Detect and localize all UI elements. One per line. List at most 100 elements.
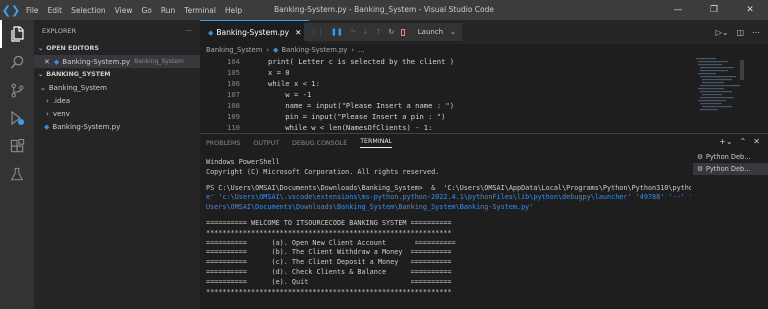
terminal-line: e' 'c:\Users\OMSAI\.vscode\extensions\ms…: [206, 193, 691, 202]
close-panel-icon[interactable]: ✕: [753, 137, 760, 146]
line-number: 106: [227, 79, 240, 88]
run-debug-icon[interactable]: [0, 104, 34, 132]
debug-terminal-icon: ⚙: [697, 165, 703, 173]
open-editors-section[interactable]: ⌄ OPEN EDITORS: [34, 42, 200, 55]
terminal-line: ========== (c). The Client Deposit a Mon…: [206, 258, 452, 267]
editor-area: ◆ Banking-System.py ✕ ⋮⋮ ❚❚ ↷ ↓ ↑ ↻ Laun…: [200, 20, 768, 133]
maximize-icon[interactable]: ❐: [696, 0, 732, 20]
tab-terminal[interactable]: TERMINAL: [360, 138, 393, 148]
python-file-icon: ◆: [273, 46, 279, 54]
chevron-down-icon[interactable]: ⌄: [450, 28, 456, 36]
split-editor-icon[interactable]: ◫: [736, 28, 744, 37]
step-into-icon[interactable]: ↓: [363, 28, 369, 36]
code-text: x = 0: [268, 68, 290, 77]
menu-help[interactable]: Help: [225, 6, 242, 15]
tree-item-banking-system-py[interactable]: ◆ Banking-System.py: [34, 120, 200, 133]
close-tab-icon[interactable]: ✕: [295, 28, 301, 37]
stop-icon[interactable]: [401, 28, 405, 36]
terminal-line: ****************************************…: [206, 287, 452, 296]
breadcrumb-file[interactable]: Banking-System.py: [281, 46, 347, 54]
breadcrumb: Banking_System › ◆ Banking-System.py › .…: [200, 44, 768, 56]
source-control-icon[interactable]: [0, 76, 34, 104]
grip-icon[interactable]: ⋮⋮: [310, 28, 324, 36]
breadcrumb-symbol[interactable]: ...: [358, 46, 364, 54]
terminal-line: Users\OMSAI\Documents\Downloads\Banking_…: [206, 203, 534, 212]
tree-item-banking-system[interactable]: ⌄ Banking_System: [34, 81, 200, 94]
new-terminal-icon[interactable]: +⌄: [719, 137, 732, 146]
python-file-icon: ◆: [44, 122, 50, 131]
menu-edit[interactable]: Edit: [48, 6, 63, 15]
menu-run[interactable]: Run: [161, 6, 175, 15]
pause-icon[interactable]: ❚❚: [331, 28, 343, 36]
menu-bar: File Edit Selection View Go Run Terminal…: [26, 6, 242, 15]
more-actions-icon[interactable]: ⋯: [752, 28, 760, 37]
line-number: 104: [227, 57, 240, 66]
step-out-icon[interactable]: ↑: [375, 28, 381, 36]
testing-flask-icon[interactable]: [0, 160, 34, 188]
terminal-instance[interactable]: ⚙ Python Deb...: [693, 151, 768, 163]
debug-toolbar: ⋮⋮ ❚❚ ↷ ↓ ↑ ↻ Launch ⌄: [304, 23, 462, 41]
line-number: 110: [227, 123, 240, 132]
close-editor-icon[interactable]: ✕: [44, 58, 50, 66]
panel-tabs: PROBLEMS OUTPUT DEBUG CONSOLE TERMINAL: [200, 134, 768, 152]
code-line: 110 while w < len(NamesOfClients) - 1:: [200, 122, 700, 133]
tab-debug-console[interactable]: DEBUG CONSOLE: [292, 140, 347, 147]
menu-selection[interactable]: Selection: [71, 6, 106, 15]
terminal-instance-label: Python Deb...: [705, 153, 751, 161]
tab-banking-system-py[interactable]: ◆ Banking-System.py ✕: [200, 20, 310, 44]
line-number: 105: [227, 68, 240, 77]
launch-config-select[interactable]: Launch: [418, 28, 443, 36]
code-text: pin = input("Please Insert a pin : "): [268, 112, 446, 121]
tree-item-label: Banking_System: [48, 83, 107, 92]
chevron-right-icon: ›: [351, 46, 355, 54]
menu-go[interactable]: Go: [141, 6, 151, 15]
terminal-line: ========== (d). Check Clients & Balance …: [206, 267, 452, 276]
terminal-list: ⚙ Python Deb... ⚙ Python Deb...: [693, 151, 768, 175]
search-icon[interactable]: [0, 48, 34, 76]
workspace-section[interactable]: ⌄ BANKING_SYSTEM: [34, 68, 200, 81]
minimap[interactable]: [692, 56, 750, 133]
terminal-line: ========== (b). The Client Withdraw a Mo…: [206, 248, 452, 257]
explorer-sidebar: EXPLORER ··· ⌄ OPEN EDITORS ✕ ◆ Banking-…: [34, 20, 200, 309]
code-text: while w < len(NamesOfClients) - 1:: [268, 123, 433, 132]
code-text: name = input("Please Insert a name : "): [268, 101, 455, 110]
tree-item-label: venv: [52, 109, 70, 118]
code-line: 109 pin = input("Please Insert a pin : "…: [200, 111, 700, 122]
more-actions-icon[interactable]: ···: [186, 27, 192, 35]
terminal-line: Copyright (C) Microsoft Corporation. All…: [206, 167, 440, 176]
restart-icon[interactable]: ↻: [388, 28, 394, 36]
terminal-line: ========== (e). Quit ==========: [206, 277, 452, 286]
menu-view[interactable]: View: [115, 6, 133, 15]
debug-terminal-icon: ⚙: [697, 153, 703, 161]
code-text: while x < 1:: [268, 79, 320, 88]
line-number: 107: [227, 90, 240, 99]
code-line: 104 print( Letter c is selected by the cl…: [200, 56, 700, 67]
tab-problems[interactable]: PROBLEMS: [206, 140, 240, 147]
tree-item-label: .idea: [52, 96, 71, 105]
code-line: 107 w = -1: [200, 89, 700, 100]
chevron-down-icon: ⌄: [40, 83, 46, 92]
breadcrumb-folder[interactable]: Banking_System: [206, 46, 262, 54]
tree-item-idea[interactable]: › .idea: [34, 94, 200, 107]
maximize-panel-icon[interactable]: ⌃: [740, 137, 747, 146]
close-icon[interactable]: ✕: [732, 0, 768, 20]
code-line: 106 while x < 1:: [200, 78, 700, 89]
tree-item-venv[interactable]: › venv: [34, 107, 200, 120]
step-over-icon[interactable]: ↷: [350, 28, 356, 36]
line-number: 109: [227, 112, 240, 121]
open-editor-item[interactable]: ✕ ◆ Banking-System.py Banking_System: [34, 55, 200, 68]
menu-terminal[interactable]: Terminal: [184, 6, 216, 15]
chevron-right-icon: ›: [46, 109, 49, 118]
terminal-instance[interactable]: ⚙ Python Deb...: [693, 163, 768, 175]
run-file-icon[interactable]: ▷⌄: [716, 28, 729, 37]
minimize-icon[interactable]: —: [660, 0, 696, 20]
terminal-line: ========== WELCOME TO ITSOURCECODE BANKI…: [206, 218, 452, 227]
terminal-output[interactable]: Windows PowerShell Copyright (C) Microso…: [206, 158, 691, 309]
code-editor[interactable]: 104 print( Letter c is selected by the cl…: [200, 56, 700, 133]
tab-output[interactable]: OUTPUT: [253, 140, 279, 147]
menu-file[interactable]: File: [26, 6, 39, 15]
extensions-icon[interactable]: [0, 132, 34, 160]
explorer-header: EXPLORER: [42, 27, 77, 35]
explorer-icon[interactable]: [0, 20, 34, 48]
chevron-down-icon: ⌄: [38, 45, 44, 52]
